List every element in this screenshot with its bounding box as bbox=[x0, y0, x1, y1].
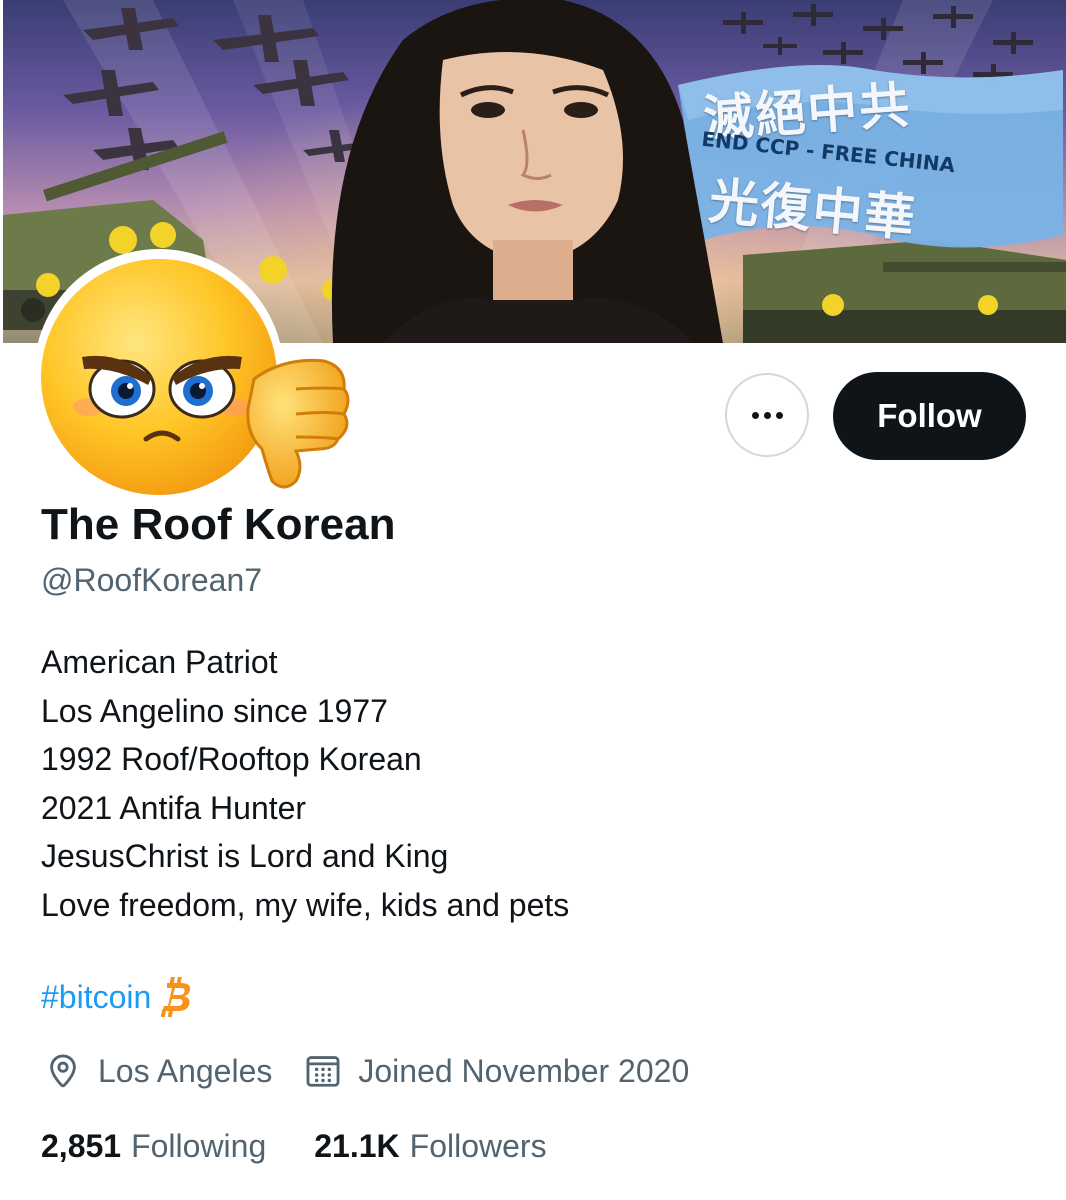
bio-line: 1992 Roof/Rooftop Korean bbox=[41, 741, 422, 777]
profile-meta: Los Angeles Joined November 2020 bbox=[44, 1052, 689, 1090]
calendar-icon bbox=[306, 1056, 340, 1087]
location-pin-icon bbox=[50, 1054, 76, 1088]
followers-count: 21.1K bbox=[314, 1128, 400, 1164]
bio-line: Love freedom, my wife, kids and pets bbox=[41, 886, 570, 923]
bio-line: 2021 Antifa Hunter bbox=[41, 789, 307, 826]
angry-thumbs-down-emoji-icon bbox=[36, 251, 350, 497]
bio-line: JesusChrist is Lord and King bbox=[41, 838, 449, 874]
bio-line: Los Angelino since 1977 bbox=[41, 692, 388, 729]
more-options-button[interactable] bbox=[725, 373, 809, 457]
user-handle: @RoofKorean7 bbox=[41, 562, 263, 598]
profile-avatar[interactable] bbox=[34, 249, 350, 499]
joined-date-text: Joined November 2020 bbox=[358, 1052, 690, 1089]
location-item: Los Angeles bbox=[44, 1052, 272, 1090]
bio-hashtag-line: #bitcoin bbox=[41, 976, 193, 1018]
follow-button[interactable]: Follow bbox=[833, 372, 1026, 460]
bitcoin-hashtag-link[interactable]: #bitcoin bbox=[41, 979, 151, 1016]
ellipsis-icon bbox=[751, 411, 783, 419]
bitcoin-icon bbox=[161, 977, 191, 1017]
followers-label: Followers bbox=[409, 1128, 547, 1164]
follow-stats: 2,851 Following 21.1K Followers bbox=[41, 1128, 547, 1165]
joined-item: Joined November 2020 bbox=[304, 1052, 689, 1090]
display-name: The Roof Korean bbox=[41, 500, 396, 549]
bio-line: American Patriot bbox=[41, 644, 278, 680]
followers-link[interactable]: 21.1K Followers bbox=[314, 1128, 546, 1165]
profile-bio: American Patriot Los Angelino since 1977… bbox=[41, 638, 569, 929]
following-link[interactable]: 2,851 Following bbox=[41, 1128, 266, 1165]
following-label: Following bbox=[131, 1128, 267, 1164]
following-count: 2,851 bbox=[41, 1128, 122, 1164]
location-text: Los Angeles bbox=[98, 1052, 273, 1089]
